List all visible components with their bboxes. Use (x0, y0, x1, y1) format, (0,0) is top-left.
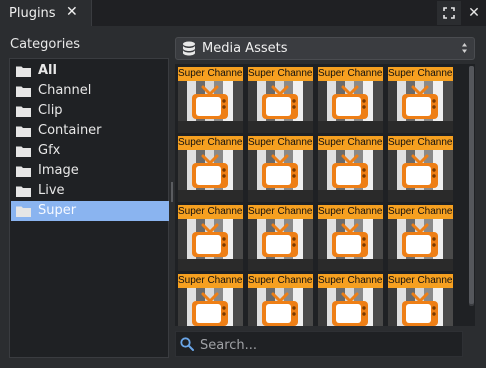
asset-tile[interactable]: Super Channel (248, 67, 313, 133)
asset-tile[interactable]: Super Channel (318, 136, 383, 202)
folder-icon (15, 64, 32, 82)
category-item[interactable]: Clip (11, 101, 169, 121)
search-input[interactable] (198, 335, 462, 355)
asset-tile[interactable]: Super Channel (248, 205, 313, 271)
category-item[interactable]: All (11, 61, 169, 81)
maximize-button[interactable] (437, 1, 461, 25)
search-icon (180, 337, 194, 351)
asset-tile[interactable]: Super Channel (388, 205, 453, 271)
asset-title: Super Channel (388, 136, 453, 150)
asset-tile[interactable]: Super Channel (178, 274, 243, 326)
tab-plugins[interactable]: Plugins ✕ (0, 0, 92, 26)
splitter-handle[interactable] (171, 182, 173, 202)
asset-tile[interactable]: Super Channel (318, 205, 383, 271)
category-label: Gfx (38, 143, 61, 158)
tv-icon (330, 292, 370, 326)
asset-title: Super Channel (248, 274, 313, 288)
tab-title: Plugins (9, 5, 56, 21)
updown-arrows-icon (462, 43, 467, 53)
panel-titlebar: Plugins ✕ ✕ (0, 0, 486, 26)
asset-title: Super Channel (248, 136, 313, 150)
category-label: Super (38, 203, 77, 218)
tv-icon (330, 85, 370, 125)
tv-icon (190, 154, 230, 194)
asset-tile[interactable]: Super Channel (388, 274, 453, 326)
asset-title: Super Channel (388, 205, 453, 219)
tv-icon (400, 85, 440, 125)
asset-title: Super Channel (178, 274, 243, 288)
asset-title: Super Channel (318, 274, 383, 288)
tv-icon (330, 223, 370, 263)
asset-source-dropdown[interactable]: Media Assets (175, 37, 475, 60)
tv-icon (260, 85, 300, 125)
category-label: All (38, 63, 57, 78)
asset-tile[interactable]: Super Channel (248, 136, 313, 202)
asset-title: Super Channel (388, 274, 453, 288)
asset-title: Super Channel (178, 205, 243, 219)
tv-icon (400, 292, 440, 326)
database-icon (183, 41, 195, 56)
tv-icon (260, 292, 300, 326)
asset-title: Super Channel (318, 205, 383, 219)
asset-tile[interactable]: Super Channel (388, 136, 453, 202)
asset-tile[interactable]: Super Channel (388, 67, 453, 133)
folder-icon (15, 104, 32, 122)
asset-title: Super Channel (318, 136, 383, 150)
categories-list: All Channel Clip Container Gfx Image Live Super (9, 58, 169, 358)
tv-icon (330, 154, 370, 194)
asset-title: Super Channel (318, 67, 383, 81)
category-label: Live (38, 183, 65, 198)
category-label: Channel (38, 83, 92, 98)
maximize-icon (443, 7, 455, 19)
category-item[interactable]: Live (11, 181, 169, 201)
categories-label: Categories (10, 37, 81, 52)
tv-icon (400, 223, 440, 263)
window-close-button[interactable]: ✕ (462, 1, 486, 25)
asset-tile[interactable]: Super Channel (248, 274, 313, 326)
tv-icon (260, 223, 300, 263)
category-item[interactable]: Gfx (11, 141, 169, 161)
category-item[interactable]: Container (11, 121, 169, 141)
category-item[interactable]: Super (11, 201, 169, 221)
folder-icon (15, 124, 32, 142)
close-icon[interactable]: ✕ (66, 4, 78, 20)
folder-icon (15, 184, 32, 202)
asset-title: Super Channel (178, 136, 243, 150)
tv-icon (260, 154, 300, 194)
folder-icon (15, 144, 32, 162)
tv-icon (190, 223, 230, 263)
tv-icon (190, 85, 230, 125)
category-label: Container (38, 123, 102, 138)
asset-grid: Super Channel Super Channel Super Channel S… (175, 64, 475, 326)
asset-tile[interactable]: Super Channel (178, 205, 243, 271)
folder-icon (15, 84, 32, 102)
tv-icon (400, 154, 440, 194)
asset-tile[interactable]: Super Channel (318, 67, 383, 133)
folder-icon (15, 164, 32, 182)
asset-title: Super Channel (248, 67, 313, 81)
asset-tile[interactable]: Super Channel (178, 136, 243, 202)
scrollbar-thumb[interactable] (469, 66, 474, 304)
asset-title: Super Channel (388, 67, 453, 81)
dropdown-value: Media Assets (202, 41, 288, 56)
category-item[interactable]: Channel (11, 81, 169, 101)
asset-tile[interactable]: Super Channel (318, 274, 383, 326)
search-bar[interactable] (175, 331, 463, 357)
asset-title: Super Channel (178, 67, 243, 81)
folder-icon (15, 204, 32, 222)
category-label: Image (38, 163, 79, 178)
asset-tile[interactable]: Super Channel (178, 67, 243, 133)
category-item[interactable]: Image (11, 161, 169, 181)
close-icon: ✕ (468, 5, 480, 21)
asset-title: Super Channel (248, 205, 313, 219)
tv-icon (190, 292, 230, 326)
category-label: Clip (38, 103, 63, 118)
